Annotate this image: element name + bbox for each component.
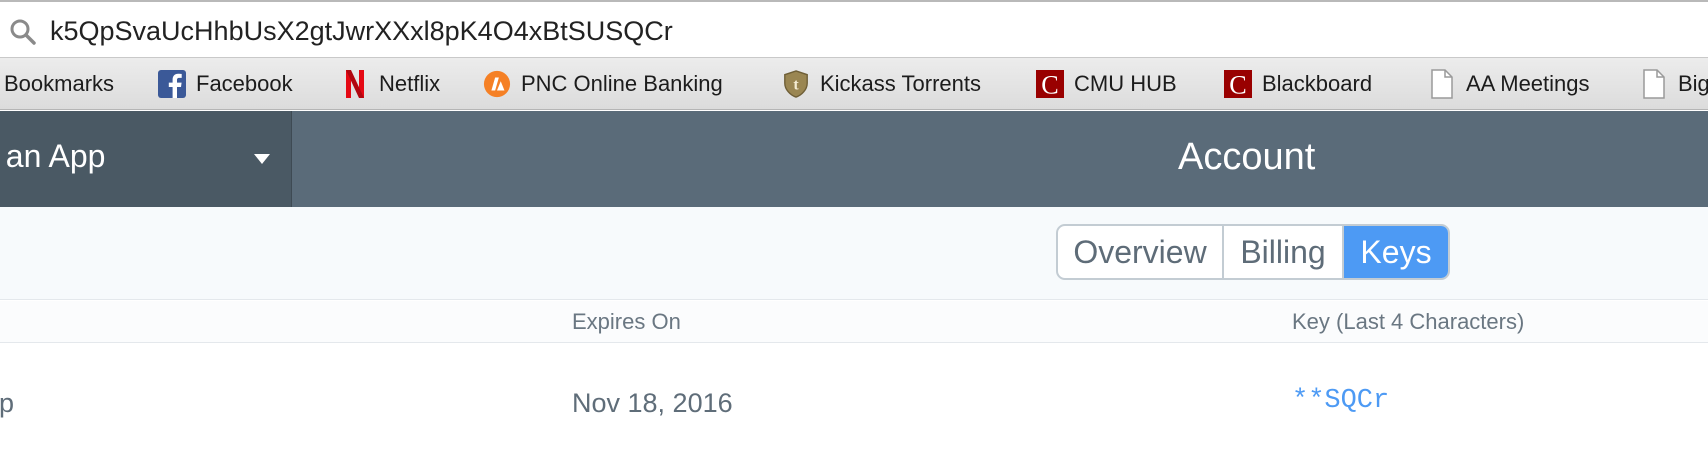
tab-overview[interactable]: Overview xyxy=(1058,226,1224,278)
svg-text:C: C xyxy=(1041,70,1058,99)
svg-text:C: C xyxy=(1229,70,1246,99)
app-header: ct an App Account xyxy=(0,111,1708,207)
bookmark-netflix[interactable]: Netflix xyxy=(341,58,441,109)
bookmark-label: Blackboard xyxy=(1262,71,1373,96)
bookmark-blackboard[interactable]: C Blackboard xyxy=(1224,58,1373,109)
tab-keys[interactable]: Keys xyxy=(1344,226,1448,278)
tabs-area: Overview Billing Keys xyxy=(0,207,1708,300)
bookmark-cmu-hub[interactable]: C CMU HUB xyxy=(1036,58,1177,109)
bookmark-label: Bookmarks xyxy=(4,71,115,96)
bookmark-label: CMU HUB xyxy=(1074,71,1177,96)
facebook-icon xyxy=(158,69,186,99)
address-bar xyxy=(0,0,1708,58)
table-row: pp Nov 18, 2016 **SQCr xyxy=(0,344,1708,452)
bookmark-facebook[interactable]: Facebook xyxy=(158,58,293,109)
page-title: Account xyxy=(1178,136,1316,178)
search-icon xyxy=(8,17,38,47)
tab-billing[interactable]: Billing xyxy=(1224,226,1344,278)
bookmark-label: Kickass Torrents xyxy=(820,71,981,96)
expires-cell: Nov 18, 2016 xyxy=(572,388,733,418)
bookmark-label: Netflix xyxy=(379,71,441,96)
app-select-label: ct an App xyxy=(0,138,106,174)
segmented-tabs: Overview Billing Keys xyxy=(1056,224,1450,280)
bookmark-label: Big xyxy=(1678,71,1708,96)
bookmark-pnc[interactable]: PNC Online Banking xyxy=(483,58,723,109)
bookmark-kickass[interactable]: t Kickass Torrents xyxy=(782,58,981,109)
bookmarks-bar: Bookmarks Facebook Netflix PNC Online Ba… xyxy=(0,58,1708,110)
app-name-cell: pp xyxy=(0,388,15,418)
bookmark-aa-meetings[interactable]: AA Meetings xyxy=(1428,58,1590,109)
bookmark-bookmarks[interactable]: Bookmarks xyxy=(4,58,115,109)
app-select-dropdown[interactable]: ct an App xyxy=(0,111,292,207)
kickass-icon: t xyxy=(782,69,810,99)
pnc-icon xyxy=(483,69,511,99)
bookmark-label: PNC Online Banking xyxy=(521,71,723,96)
bookmark-label: Facebook xyxy=(196,71,293,96)
page-icon xyxy=(1640,69,1668,99)
page-icon xyxy=(1428,69,1456,99)
bookmark-big[interactable]: Big xyxy=(1640,58,1708,109)
bookmark-label: AA Meetings xyxy=(1466,71,1590,96)
caret-down-icon xyxy=(252,151,272,167)
key-link[interactable]: **SQCr xyxy=(1292,386,1389,416)
cmu-icon: C xyxy=(1036,69,1064,99)
column-header-expires: Expires On xyxy=(572,309,681,334)
url-input[interactable] xyxy=(50,10,1650,52)
column-header-key: Key (Last 4 Characters) xyxy=(1292,309,1525,334)
netflix-icon xyxy=(341,69,369,99)
cmu-icon: C xyxy=(1224,69,1252,99)
table-header: Expires On Key (Last 4 Characters) xyxy=(0,301,1708,343)
svg-text:t: t xyxy=(793,77,799,94)
